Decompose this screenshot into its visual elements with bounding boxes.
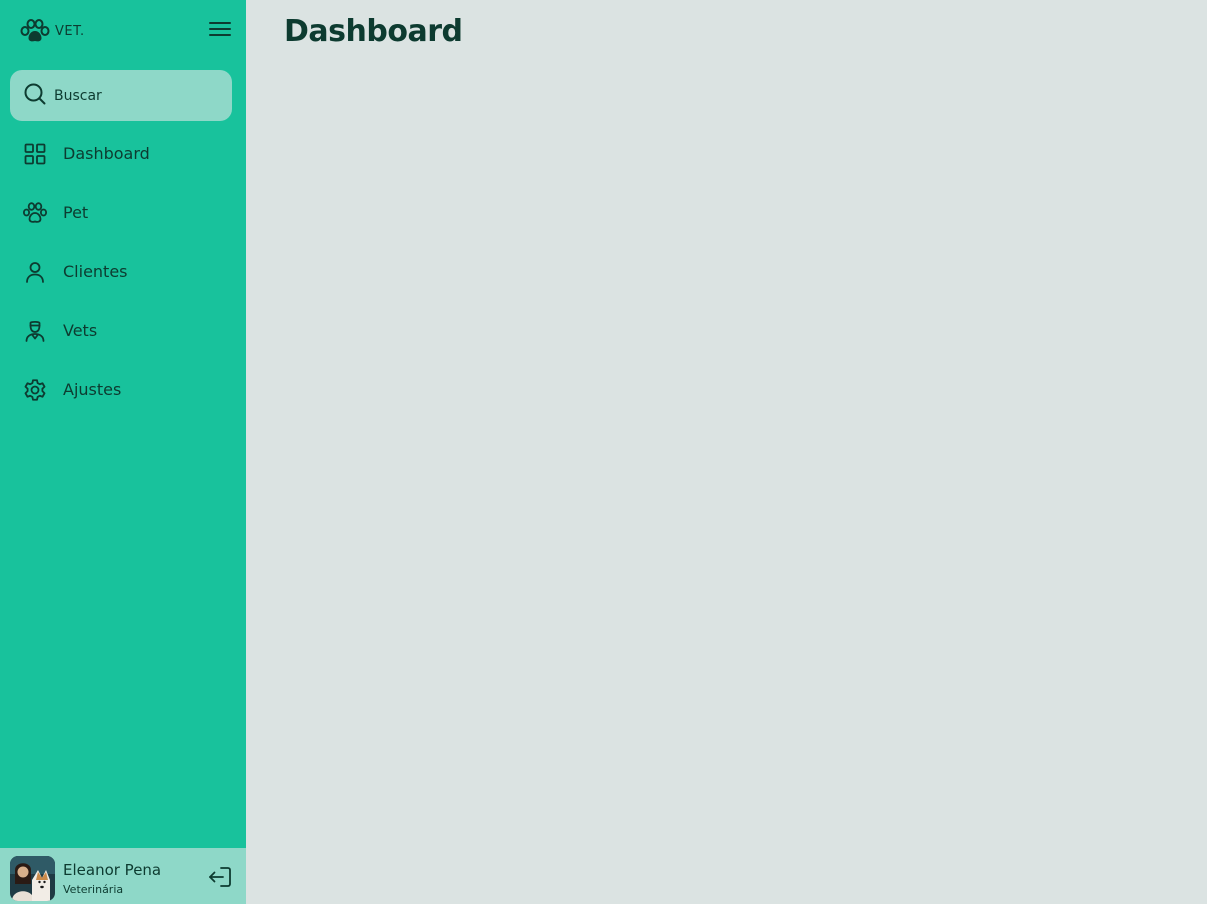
sidebar: VET. Buscar Dashboard Pet Clientes Vets … <box>0 0 246 904</box>
sidebar-nav: Dashboard Pet Clientes Vets Ajustes <box>0 124 246 419</box>
brand-name: VET. <box>55 23 85 39</box>
sidebar-item-label: Vets <box>63 321 98 340</box>
sidebar-item-label: Pet <box>63 203 89 222</box>
app-window: VET. Buscar Dashboard Pet Clientes Vets … <box>0 0 1207 904</box>
sidebar-item-vets[interactable]: Vets <box>0 301 246 360</box>
sidebar-item-ajustes[interactable]: Ajustes <box>0 360 246 419</box>
logout-icon <box>208 866 232 892</box>
sidebar-item-pet[interactable]: Pet <box>0 183 246 242</box>
hamburger-icon <box>209 21 231 41</box>
main-content: Dashboard <box>246 0 1207 904</box>
sidebar-item-dashboard[interactable]: Dashboard <box>0 124 246 183</box>
sidebar-item-clientes[interactable]: Clientes <box>0 242 246 301</box>
user-icon <box>22 259 48 285</box>
search-box[interactable] <box>10 70 232 121</box>
user-name: Eleanor Pena <box>63 861 162 879</box>
paw-logo-icon <box>20 17 50 45</box>
brand[interactable]: VET. <box>20 17 85 45</box>
user-role: Veterinária <box>63 883 124 896</box>
sidebar-item-label: Ajustes <box>63 380 122 399</box>
gear-icon <box>22 377 48 403</box>
paw-icon <box>22 200 48 226</box>
vet-doctor-icon <box>22 318 48 344</box>
sidebar-item-label: Clientes <box>63 262 128 281</box>
dashboard-grid-icon <box>22 141 48 167</box>
avatar[interactable] <box>10 856 55 901</box>
sidebar-item-label: Dashboard <box>63 144 150 163</box>
search-icon <box>24 83 46 109</box>
logout-button[interactable] <box>207 866 233 892</box>
page-title: Dashboard <box>284 14 463 49</box>
search-input[interactable] <box>52 86 216 105</box>
menu-toggle-button[interactable] <box>206 19 234 43</box>
